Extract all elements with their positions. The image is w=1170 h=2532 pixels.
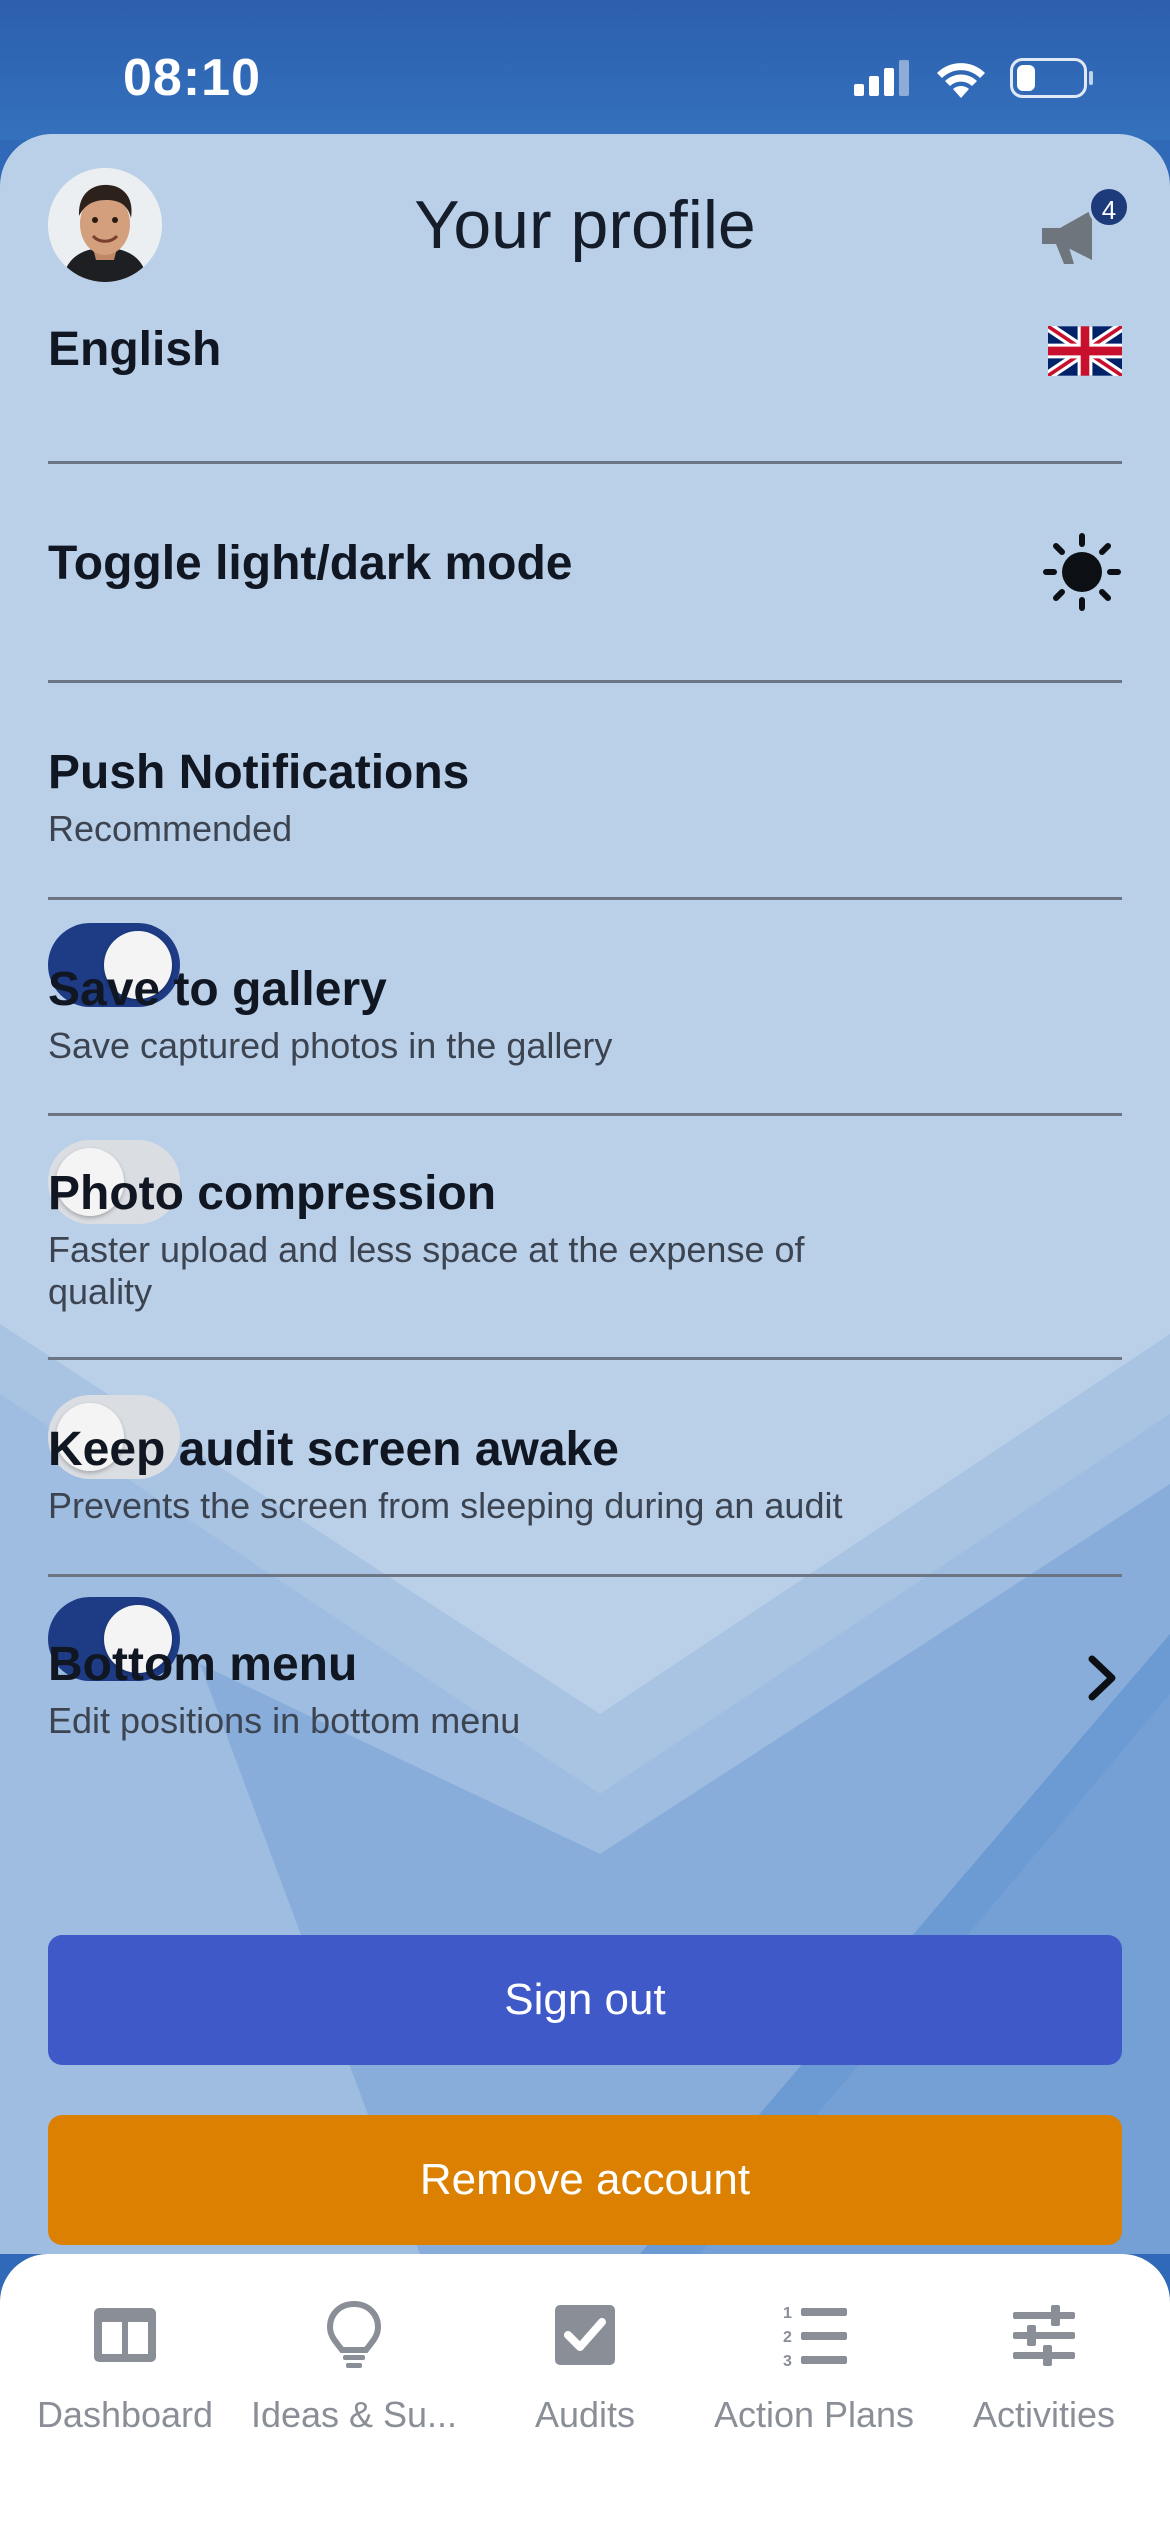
numbered-list-icon: 1 2 3 xyxy=(783,2305,847,2370)
uk-flag-icon[interactable] xyxy=(1048,326,1122,376)
tab-label: Dashboard xyxy=(36,2394,214,2435)
bottom-tab-bar: Dashboard Ideas & Su... Audits 1 2 3 Act… xyxy=(0,2254,1170,2532)
tab-ideas[interactable]: Ideas & Su... xyxy=(237,2300,471,2460)
save-to-gallery-row: Save to gallery Save captured photos in … xyxy=(48,900,1122,1224)
status-time: 08:10 xyxy=(123,49,261,107)
svg-text:2: 2 xyxy=(783,2329,792,2346)
header: Your profile 4 xyxy=(0,134,1170,334)
battery-icon xyxy=(1010,58,1093,98)
tab-dashboard[interactable]: Dashboard xyxy=(8,2300,242,2460)
dark-mode-label: Toggle light/dark mode xyxy=(48,537,573,590)
keep-awake-label: Keep audit screen awake xyxy=(48,1423,619,1476)
announcements-button[interactable]: 4 xyxy=(1032,186,1130,276)
tab-label: Action Plans xyxy=(713,2394,915,2435)
status-icons xyxy=(854,56,1094,100)
sign-out-button[interactable]: Sign out xyxy=(48,1935,1122,2065)
tab-audits[interactable]: Audits xyxy=(468,2300,702,2460)
chevron-right-icon xyxy=(1088,1655,1116,1701)
bottom-menu-subtitle: Edit positions in bottom menu xyxy=(48,1700,521,1741)
photo-compression-subtitle: Faster upload and less space at the expe… xyxy=(48,1229,805,1312)
save-to-gallery-subtitle: Save captured photos in the gallery xyxy=(48,1025,613,1066)
lightbulb-icon xyxy=(326,2300,382,2368)
tab-label: Ideas & Su... xyxy=(250,2394,458,2435)
photo-compression-row: Photo compression Faster upload and less… xyxy=(48,1116,1122,1479)
tab-label: Audits xyxy=(534,2394,636,2435)
status-bar: 08:10 xyxy=(0,0,1170,140)
dark-mode-row[interactable]: Toggle light/dark mode xyxy=(48,464,1122,683)
bottom-menu-row[interactable]: Bottom menu Edit positions in bottom men… xyxy=(48,1577,1122,1777)
sun-icon[interactable] xyxy=(1042,532,1122,612)
remove-account-button[interactable]: Remove account xyxy=(48,2115,1122,2245)
photo-compression-label: Photo compression xyxy=(48,1167,497,1220)
wifi-icon xyxy=(937,63,985,98)
sliders-icon xyxy=(1013,2305,1075,2366)
notification-count-badge: 4 xyxy=(1088,186,1130,228)
svg-text:3: 3 xyxy=(783,2353,792,2370)
bottom-menu-label: Bottom menu xyxy=(48,1638,358,1691)
save-to-gallery-label: Save to gallery xyxy=(48,963,387,1016)
svg-text:1: 1 xyxy=(783,2305,792,2322)
cellular-signal-icon xyxy=(854,60,909,96)
page-title: Your profile xyxy=(414,187,756,263)
push-notifications-label: Push Notifications xyxy=(48,746,470,799)
profile-sheet: Your profile 4 English Toggle light/dark… xyxy=(0,134,1170,2254)
tab-action-plans[interactable]: 1 2 3 Action Plans xyxy=(697,2300,931,2460)
keep-awake-row: Keep audit screen awake Prevents the scr… xyxy=(48,1360,1122,1681)
dashboard-icon xyxy=(94,2308,156,2362)
push-notifications-subtitle: Recommended xyxy=(48,808,293,849)
push-notifications-row: Push Notifications Recommended xyxy=(48,683,1122,1007)
tab-label: Activities xyxy=(972,2394,1116,2435)
keep-awake-subtitle: Prevents the screen from sleeping during… xyxy=(48,1485,843,1526)
language-label: English xyxy=(48,323,222,376)
tab-activities[interactable]: Activities xyxy=(927,2300,1161,2460)
checkbox-icon xyxy=(555,2305,615,2365)
